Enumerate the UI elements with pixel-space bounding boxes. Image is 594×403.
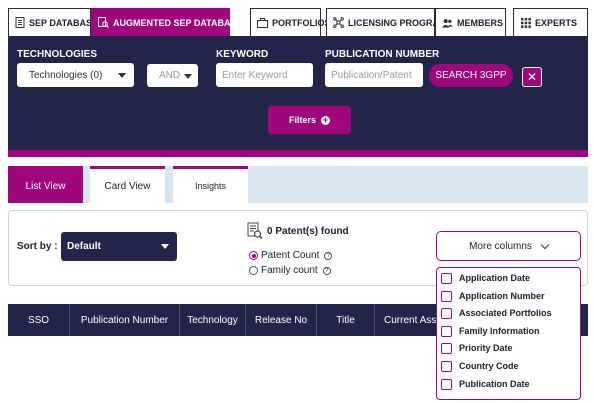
plus-circle-icon: + [321,114,330,125]
radio-patent-count[interactable]: Patent Count ? [249,250,333,261]
tab-portfolios[interactable]: PORTFOLIOS [250,8,331,36]
top-navigation: SEP DATABASE AUGMENTED SEP DATABASE PORT… [8,8,588,36]
column-header-technology[interactable]: Technology [180,304,246,336]
radio-family-count[interactable]: Family count ? [249,265,331,276]
operator-select[interactable]: AND [147,64,198,87]
filter-panel-stripe [8,150,588,157]
tab-label: Card View [104,180,151,192]
tab-licensing-programs[interactable]: LICENSING PROGRAMS [326,8,453,36]
tab-label: SEP DATABASE [29,17,99,28]
tab-experts[interactable]: EXPERTS [513,8,588,36]
search-document-icon [98,17,109,28]
column-header-sso[interactable]: SSO [8,304,70,336]
more-columns-label: More columns [469,240,532,252]
checkbox[interactable] [441,307,452,319]
checkbox[interactable] [441,290,452,302]
technologies-select[interactable]: Technologies (0) [17,63,134,87]
tab-label: MEMBERS [457,17,504,28]
page: SEP DATABASE AUGMENTED SEP DATABASE PORT… [0,0,594,403]
keyword-input[interactable]: Enter Keyword [216,63,313,87]
tab-label: EXPERTS [535,17,578,28]
search-document-icon [247,222,263,240]
caret-down-icon [118,73,126,78]
column-option-family-information[interactable]: Family Information [441,325,540,337]
column-option-application-number[interactable]: Application Number [441,290,545,302]
sort-by-select[interactable]: Default [61,232,177,261]
search-3gpp-button[interactable]: SEARCH 3GPP [429,64,513,87]
users-icon [442,17,453,28]
radio-label: Family count [261,265,318,276]
column-option-priority-date[interactable]: Priority Date [441,342,513,354]
sort-by-value: Default [67,241,101,252]
publication-number-input[interactable]: Publication/Patent [325,63,423,87]
caret-down-icon [161,244,169,249]
caret-down-icon [184,74,192,79]
tab-label: PORTFOLIOS [272,17,331,28]
tab-augmented-sep-database[interactable]: AUGMENTED SEP DATABASE [91,8,243,36]
radio-label: Patent Count [261,250,320,261]
keyword-label: KEYWORD [216,49,269,60]
help-icon[interactable]: ? [324,251,333,260]
publication-number-label: PUBLICATION NUMBER [325,49,440,60]
briefcase-icon [257,17,268,28]
sort-by-label: Sort by : [17,241,58,252]
column-option-label: Application Date [459,273,531,283]
checkbox[interactable] [441,360,452,372]
checkbox[interactable] [441,325,452,337]
chevron-down-icon [540,240,550,249]
grid-icon [520,17,531,28]
close-icon: ✕ [526,70,538,84]
technologies-select-value: Technologies (0) [29,69,103,81]
column-header-title[interactable]: Title [317,304,375,336]
radio-unselected-icon [249,266,258,275]
clear-filters-button[interactable]: ✕ [522,67,542,87]
tab-label: Insights [194,181,227,191]
filters-button-label: Filters [288,115,316,125]
network-icon [333,17,344,28]
help-icon[interactable]: ? [322,266,331,275]
column-header-release-no[interactable]: Release No [246,304,317,336]
patents-found: 0 Patent(s) found [247,222,349,240]
column-option-label: Country Code [459,361,519,371]
checkbox[interactable] [441,272,452,284]
column-option-label: Family Information [459,326,540,336]
tab-list-view[interactable]: List View [8,166,83,203]
column-option-label: Publication Date [459,379,530,389]
column-option-country-code[interactable]: Country Code [441,360,519,372]
tab-card-view[interactable]: Card View [90,166,165,203]
checkbox[interactable] [441,378,452,390]
document-icon [15,17,25,28]
radio-selected-icon [249,251,258,260]
column-option-label: Application Number [459,291,545,301]
column-option-application-date[interactable]: Application Date [441,272,530,284]
column-option-label: Associated Portfolios [459,308,552,318]
tab-label: AUGMENTED SEP DATABASE [113,17,243,28]
more-columns-button[interactable]: More columns [436,231,581,261]
column-option-associated-portfolios[interactable]: Associated Portfolios [441,307,552,319]
column-header-publication-number[interactable]: Publication Number [70,304,180,336]
operator-select-value: AND [159,70,181,81]
technologies-label: TECHNOLOGIES [17,49,98,60]
column-option-publication-date[interactable]: Publication Date [441,378,530,390]
column-option-label: Priority Date [459,343,513,353]
filters-button[interactable]: Filters + [268,106,351,134]
tab-members[interactable]: MEMBERS [435,8,506,36]
checkbox[interactable] [441,342,452,354]
patents-found-text: 0 Patent(s) found [267,225,349,237]
tab-label: List View [25,180,66,192]
tab-insights[interactable]: Insights [173,166,248,203]
tab-sep-database[interactable]: SEP DATABASE [8,8,98,36]
